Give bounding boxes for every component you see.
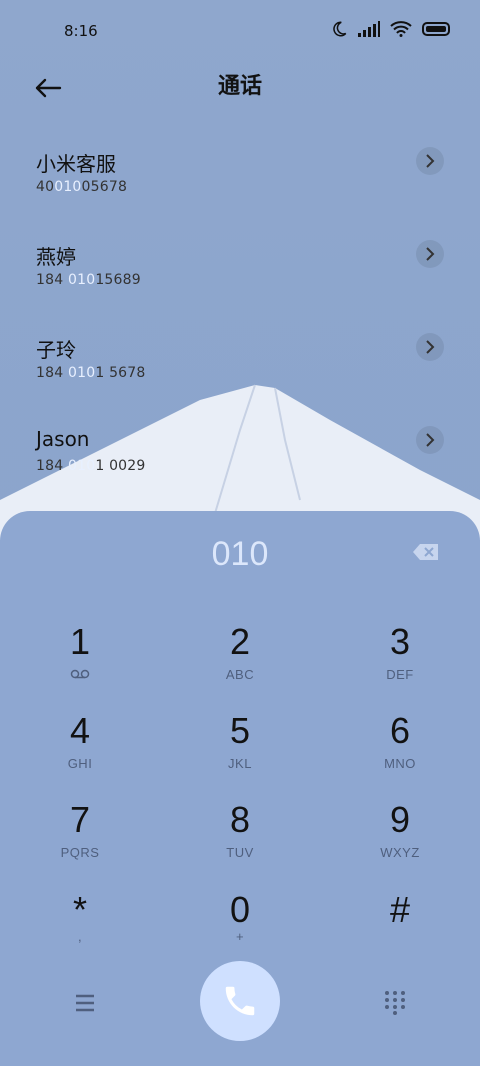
search-results-list: 小米客服 4001005678 燕婷 184 01015689 子玲 184 0… (0, 118, 480, 490)
contact-details-button[interactable] (416, 333, 444, 361)
key-digit: # (389, 889, 411, 930)
contact-details-button[interactable] (416, 147, 444, 175)
key-digit: 5 (229, 710, 251, 751)
chevron-right-icon (426, 433, 435, 447)
key-digit: 1 (69, 621, 91, 662)
backspace-icon (413, 544, 438, 560)
key-digit: 7 (69, 799, 91, 840)
bottom-bar (0, 961, 480, 1041)
key-letters: JKL (228, 756, 252, 771)
dialpad-panel: 010 1 2 ABC 3 DEF 4 GHI 5 JKL 6 MNO 7 PQ… (0, 511, 480, 1066)
wifi-icon (390, 21, 412, 37)
moon-icon (330, 20, 348, 38)
list-item[interactable]: 子玲 184 0101 5678 (0, 304, 480, 397)
status-time: 8:16 (64, 22, 98, 40)
status-bar: 8:16 (0, 0, 480, 62)
key-digit: 3 (389, 621, 411, 662)
menu-icon (76, 994, 94, 1012)
key-digit: 4 (69, 710, 91, 751)
contact-details-button[interactable] (416, 240, 444, 268)
key-letters: PQRS (60, 845, 100, 860)
key-letters: GHI (67, 756, 93, 771)
key-9[interactable]: 9 WXYZ (320, 799, 480, 887)
signal-icon (358, 21, 380, 37)
key-letters: MNO (384, 756, 416, 771)
list-item[interactable]: 燕婷 184 01015689 (0, 211, 480, 304)
contact-details-button[interactable] (416, 426, 444, 454)
key-letters: TUV (226, 845, 254, 860)
chevron-right-icon (426, 340, 435, 354)
key-3[interactable]: 3 DEF (320, 621, 480, 709)
key-digit: 9 (389, 799, 411, 840)
contact-number: 184 0101 5678 (36, 365, 146, 381)
key-2[interactable]: 2 ABC (160, 621, 320, 709)
list-item[interactable]: Jason 184 0101 0029 (0, 397, 480, 490)
phone-icon (225, 986, 255, 1016)
keypad-toggle-button[interactable] (382, 989, 408, 1015)
page-title: 通话 (217, 74, 262, 99)
list-item[interactable]: 小米客服 4001005678 (0, 118, 480, 211)
key-digit: 8 (229, 799, 251, 840)
key-letters: + (235, 929, 245, 944)
menu-button[interactable] (70, 991, 100, 1015)
battery-icon (422, 22, 452, 36)
key-7[interactable]: 7 PQRS (0, 799, 160, 887)
contact-number: 184 01015689 (36, 272, 141, 288)
key-letters: , (77, 929, 83, 944)
backspace-button[interactable] (412, 543, 440, 563)
key-5[interactable]: 5 JKL (160, 710, 320, 798)
key-letters: WXYZ (380, 845, 420, 860)
key-4[interactable]: 4 GHI (0, 710, 160, 798)
dialpad-icon (385, 991, 405, 1015)
contact-name: 子玲 (36, 338, 76, 362)
key-digit: 0 (229, 889, 251, 930)
contact-number: 184 0101 0029 (36, 458, 146, 474)
chevron-right-icon (426, 247, 435, 261)
key-digit: 2 (229, 621, 251, 662)
key-letters: ABC (225, 667, 255, 682)
key-6[interactable]: 6 MNO (320, 710, 480, 798)
chevron-right-icon (426, 154, 435, 168)
contact-number: 4001005678 (36, 179, 128, 195)
contact-name: 燕婷 (36, 245, 76, 269)
key-digit: * (72, 889, 87, 930)
voicemail-icon (0, 667, 160, 682)
key-8[interactable]: 8 TUV (160, 799, 320, 887)
key-letters: DEF (386, 667, 414, 682)
key-digit: 6 (389, 710, 411, 751)
header: 通话 (0, 62, 480, 118)
key-1[interactable]: 1 (0, 621, 160, 709)
call-button[interactable] (200, 961, 280, 1041)
contact-name: 小米客服 (36, 152, 116, 176)
contact-name: Jason (36, 427, 90, 451)
dialed-number: 010 (211, 535, 269, 573)
